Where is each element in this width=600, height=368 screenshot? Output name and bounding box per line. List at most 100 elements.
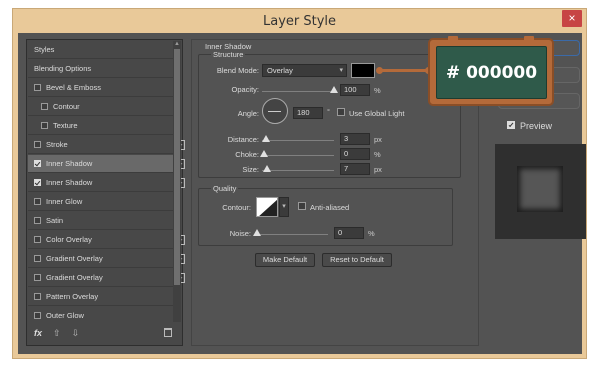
choke-input[interactable]: 0 <box>340 148 370 160</box>
style-checkbox[interactable] <box>34 160 41 167</box>
use-global-light-label: Use Global Light <box>349 109 405 118</box>
choke-unit: % <box>374 150 381 159</box>
style-checkbox[interactable] <box>34 198 41 205</box>
distance-unit: px <box>374 135 382 144</box>
use-global-light-checkbox[interactable] <box>337 108 345 116</box>
style-item-color-overlay[interactable]: Color Overlay+ <box>28 231 185 249</box>
callout-board: # 000000 <box>436 46 547 99</box>
scrollbar-thumb[interactable] <box>174 49 180 285</box>
opacity-input[interactable]: 100 <box>340 84 370 96</box>
style-checkbox[interactable] <box>41 103 48 110</box>
opacity-label: Opacity: <box>231 85 259 94</box>
style-item-gradient-overlay[interactable]: Gradient Overlay+ <box>28 269 185 287</box>
style-item-label: Color Overlay <box>46 235 92 244</box>
style-checkbox[interactable] <box>34 255 41 262</box>
size-slider[interactable] <box>262 170 334 171</box>
style-item-label: Inner Shadow <box>46 159 93 168</box>
anti-aliased-checkbox[interactable] <box>298 202 306 210</box>
structure-title: Structure <box>211 50 246 59</box>
move-down-icon[interactable]: ⇩ <box>72 328 80 339</box>
angle-dial[interactable] <box>262 98 288 124</box>
style-checkbox[interactable] <box>34 217 41 224</box>
anti-aliased-label: Anti-aliased <box>310 203 350 212</box>
scroll-up-icon[interactable]: ▲ <box>174 41 180 47</box>
callout-text: # 000000 <box>445 63 538 83</box>
window-title: Layer Style <box>262 14 337 29</box>
size-input[interactable]: 7 <box>340 163 370 175</box>
contour-picker[interactable] <box>256 197 278 217</box>
choke-slider-handle[interactable] <box>260 150 268 157</box>
distance-slider-handle[interactable] <box>262 135 270 142</box>
size-slider-handle[interactable] <box>263 165 271 172</box>
style-item-bevel-emboss[interactable]: Bevel & Emboss <box>28 79 173 97</box>
move-up-icon[interactable]: ⇧ <box>53 328 61 339</box>
style-item-label: Contour <box>53 102 80 111</box>
style-item-label: Bevel & Emboss <box>46 83 102 92</box>
distance-label: Distance: <box>227 135 259 144</box>
style-checkbox[interactable] <box>34 236 41 243</box>
style-item-label: Outer Glow <box>46 311 84 320</box>
reset-to-default-button[interactable]: Reset to Default <box>322 253 392 267</box>
style-item-satin[interactable]: Satin <box>28 212 173 230</box>
opacity-slider-handle[interactable] <box>330 86 338 93</box>
structure-group: Structure Blend Mode: Overlay Opacity: 1… <box>198 50 461 178</box>
fx-icon[interactable]: fx <box>34 328 42 338</box>
noise-slider-handle[interactable] <box>253 229 261 236</box>
title-bar: Layer Style × <box>13 9 586 33</box>
noise-unit: % <box>368 229 375 238</box>
opacity-slider[interactable] <box>262 91 334 92</box>
style-item-blending-options[interactable]: Blending Options <box>28 60 173 78</box>
preview-checkbox[interactable] <box>507 121 515 129</box>
make-default-button[interactable]: Make Default <box>255 253 315 267</box>
style-item-gradient-overlay[interactable]: Gradient Overlay+ <box>28 250 185 268</box>
style-item-styles[interactable]: Styles <box>28 41 173 59</box>
styles-scrollbar[interactable]: ▲ ▼ <box>173 41 181 344</box>
style-item-label: Gradient Overlay <box>46 254 103 263</box>
preview-label: Preview <box>520 121 553 131</box>
style-item-contour[interactable]: Contour <box>28 98 173 116</box>
style-item-pattern-overlay[interactable]: Pattern Overlay <box>28 288 173 306</box>
style-checkbox[interactable] <box>34 274 41 281</box>
angle-input[interactable]: 180 <box>293 107 323 119</box>
angle-label: Angle: <box>237 109 259 118</box>
quality-title: Quality <box>211 184 239 193</box>
style-item-texture[interactable]: Texture <box>28 117 173 135</box>
hex-color-callout: # 000000 <box>428 36 554 106</box>
distance-slider[interactable] <box>262 140 334 141</box>
styles-toolbar: fx ⇧ ⇩ <box>28 322 182 344</box>
style-item-inner-shadow[interactable]: Inner Shadow+ <box>28 155 185 173</box>
styles-list: Styles Blending Options Bevel & Emboss Cont… <box>26 39 185 346</box>
noise-slider[interactable] <box>256 234 328 235</box>
callout-dot <box>376 67 383 74</box>
noise-input[interactable]: 0 <box>334 227 364 239</box>
style-checkbox[interactable] <box>34 141 41 148</box>
angle-unit: ° <box>327 107 330 116</box>
callout-line <box>379 69 429 72</box>
choke-slider[interactable] <box>262 155 334 156</box>
style-item-label: Texture <box>53 121 78 130</box>
blend-mode-select[interactable]: Overlay <box>262 64 347 77</box>
quality-group: Quality Contour: ▾ Anti-aliased Noise: 0… <box>198 184 453 246</box>
contour-dropdown-icon[interactable]: ▾ <box>279 197 289 217</box>
blend-mode-label: Blend Mode: <box>216 66 259 75</box>
choke-label: Choke: <box>235 150 259 159</box>
trash-icon[interactable] <box>164 328 172 337</box>
size-unit: px <box>374 165 382 174</box>
style-item-inner-glow[interactable]: Inner Glow <box>28 193 173 211</box>
style-checkbox[interactable] <box>34 312 41 319</box>
style-item-label: Satin <box>46 216 64 225</box>
distance-input[interactable]: 3 <box>340 133 370 145</box>
style-item-inner-shadow[interactable]: Inner Shadow+ <box>28 174 185 192</box>
callout-peg-left <box>448 36 458 41</box>
preview-thumbnail <box>495 144 586 239</box>
shadow-color-swatch[interactable] <box>351 63 375 78</box>
style-item-label: Blending Options <box>34 64 92 73</box>
style-checkbox[interactable] <box>34 179 41 186</box>
style-checkbox[interactable] <box>34 293 41 300</box>
close-button[interactable]: × <box>562 10 582 27</box>
style-item-stroke[interactable]: Stroke+ <box>28 136 185 154</box>
style-checkbox[interactable] <box>34 84 41 91</box>
style-checkbox[interactable] <box>41 122 48 129</box>
preview-shape <box>517 166 563 212</box>
style-item-label: Inner Shadow <box>46 178 93 187</box>
